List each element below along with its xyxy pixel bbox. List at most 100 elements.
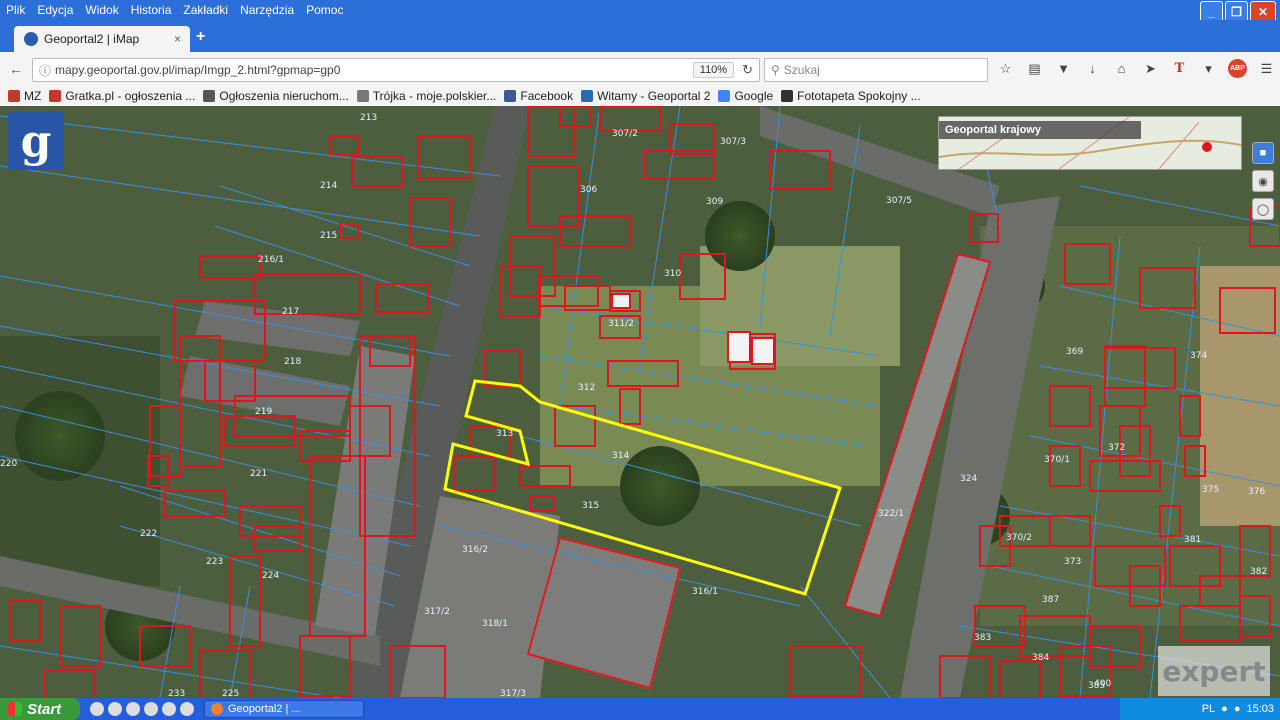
parcel-number-label: 225 <box>222 689 239 698</box>
eye-icon[interactable]: ◯ <box>1252 198 1274 220</box>
translate-icon[interactable]: T <box>1170 59 1189 78</box>
parcel-number-label: 318/1 <box>482 619 508 629</box>
parcel-number-label: 384 <box>1032 653 1049 663</box>
bookmark-item[interactable]: Ogłoszenia nieruchom... <box>203 89 349 103</box>
bookmark-favicon-icon <box>781 90 794 102</box>
parcel-number-label: 216/1 <box>258 255 284 265</box>
bookmark-favicon-icon <box>203 90 216 102</box>
bookmark-item[interactable]: Google <box>718 89 773 103</box>
parcel-number-label: 370/2 <box>1006 533 1032 543</box>
menu-item-view[interactable]: Widok <box>79 3 124 17</box>
menu-item-file[interactable]: Plik <box>0 3 31 17</box>
map-layer-button[interactable]: ■ <box>1252 142 1274 164</box>
quick-launch-icon[interactable] <box>90 702 104 716</box>
menu-item-bookmarks[interactable]: Zakładki <box>177 3 234 17</box>
parcel-number-label: 373 <box>1064 557 1081 567</box>
quick-launch-icon[interactable] <box>126 702 140 716</box>
menu-item-history[interactable]: Historia <box>125 3 178 17</box>
bookmark-favicon-icon <box>581 90 594 102</box>
bookmark-item[interactable]: Trójka - moje.polskier... <box>356 89 497 103</box>
tab-close-icon[interactable]: × <box>174 32 190 46</box>
back-arrow-icon[interactable]: ← <box>6 59 26 79</box>
maximize-button[interactable]: ❐ <box>1225 1 1248 22</box>
tray-icon[interactable]: ● <box>1234 703 1241 715</box>
parcel-number-label: 376 <box>1248 487 1265 497</box>
quick-launch-icon[interactable] <box>180 702 194 716</box>
bookmark-label: Gratka.pl - ogłoszenia ... <box>65 89 196 103</box>
parcel-number-label: 313 <box>496 429 513 439</box>
clipboard-icon[interactable]: ▤ <box>1025 59 1044 78</box>
parcel-number-label: 375 <box>1202 485 1219 495</box>
parcel-number-label: 315 <box>582 501 599 511</box>
parcel-number-label: 372 <box>1108 443 1125 453</box>
quick-launch-icon[interactable] <box>162 702 176 716</box>
bookmark-item[interactable]: MZ <box>8 89 41 103</box>
download-icon[interactable]: ↓ <box>1083 59 1102 78</box>
adblock-icon[interactable]: ABP <box>1228 59 1247 78</box>
parcel-number-label: 215 <box>320 231 337 241</box>
bookmark-item[interactable]: Fototapeta Spokojny ... <box>781 89 921 103</box>
map-canvas[interactable]: 213 214 215 216/1 217 218 219 220 221 222 223 224 22… <box>0 106 1280 698</box>
start-label: Start <box>27 700 62 718</box>
tree-canopy <box>620 446 700 526</box>
parcel-number-label: 307/3 <box>720 137 746 147</box>
parcel-number-label: 221 <box>250 469 267 479</box>
search-input[interactable]: ⚲ Szukaj <box>764 58 988 82</box>
expert-watermark: expert <box>1158 646 1270 696</box>
parcel-number-label: 369 <box>1066 347 1083 357</box>
window-controls: _ ❐ ✕ <box>1200 1 1276 22</box>
url-bar[interactable]: ⓘ mapy.geoportal.gov.pl/imap/Imgp_2.html… <box>32 58 760 82</box>
tray-icon[interactable]: ● <box>1221 703 1228 715</box>
parcel-number-label: 316/1 <box>692 587 718 597</box>
parcel-number-label: 374 <box>1190 351 1207 361</box>
parcel-number-label: 312 <box>578 383 595 393</box>
info-icon[interactable]: ⓘ <box>39 62 51 79</box>
parcel-number-label: 220 <box>0 459 17 469</box>
windows-flag-icon <box>8 702 22 716</box>
parcel-number-label: 317/2 <box>424 607 450 617</box>
quick-launch-icon[interactable] <box>144 702 158 716</box>
minimize-button[interactable]: _ <box>1200 1 1223 22</box>
clock[interactable]: 15:03 <box>1246 703 1274 715</box>
parcel-number-label: 224 <box>262 571 279 581</box>
geoportal-logo[interactable]: g <box>8 112 64 170</box>
language-indicator[interactable]: PL <box>1202 703 1215 715</box>
menu-item-tools[interactable]: Narzędzia <box>234 3 300 17</box>
menu-item-edit[interactable]: Edycja <box>31 3 79 17</box>
close-window-button[interactable]: ✕ <box>1250 1 1276 22</box>
bookmarks-bar: MZ Gratka.pl - ogłoszenia ... Ogłoszenia n… <box>0 86 1280 107</box>
bookmark-item[interactable]: Facebook <box>504 89 573 103</box>
dropdown-chevron-icon[interactable]: ▾ <box>1199 59 1218 78</box>
home-icon[interactable]: ⌂ <box>1112 59 1131 78</box>
zoom-level-badge[interactable]: 110% <box>692 62 735 78</box>
send-icon[interactable]: ➤ <box>1141 59 1160 78</box>
map-view-icon[interactable]: ◉ <box>1252 170 1274 192</box>
tab-geoportal[interactable]: Geoportal2 | iMap × <box>14 26 190 52</box>
parcel-number-label: 307/2 <box>612 129 638 139</box>
bookmark-label: Trójka - moje.polskier... <box>372 89 497 103</box>
start-button[interactable]: Start <box>0 698 80 720</box>
url-text: mapy.geoportal.gov.pl/imap/Imgp_2.html?g… <box>55 63 341 77</box>
parcel-number-label: 213 <box>360 113 377 123</box>
new-tab-button[interactable]: + <box>196 28 205 46</box>
bookmark-item[interactable]: Gratka.pl - ogłoszenia ... <box>49 89 195 103</box>
bookmark-star-icon[interactable]: ☆ <box>996 59 1015 78</box>
toolbar-icons: ☆ ▤ ▼ ↓ ⌂ ➤ T ▾ ABP ☰ <box>996 59 1276 78</box>
map-viewport[interactable]: 213 214 215 216/1 217 218 219 220 221 222 223 224 22… <box>0 106 1280 698</box>
parcel-number-label: 317/3 <box>500 689 526 698</box>
parcel-number-label: 214 <box>320 181 337 191</box>
menu-hamburger-icon[interactable]: ☰ <box>1257 59 1276 78</box>
bookmark-favicon-icon <box>356 90 369 102</box>
bookmark-label: Google <box>734 89 774 103</box>
building-outline <box>727 331 751 363</box>
tab-bar: Geoportal2 | iMap × <box>0 20 1280 52</box>
reload-icon[interactable]: ↻ <box>742 62 753 78</box>
parcel-number-label: 222 <box>140 529 157 539</box>
taskbar-item-firefox[interactable]: Geoportal2 | ... <box>204 700 364 718</box>
menu-item-help[interactable]: Pomoc <box>300 3 349 17</box>
pocket-icon[interactable]: ▼ <box>1054 59 1073 78</box>
bookmark-item[interactable]: Witamy - Geoportal 2 <box>581 89 710 103</box>
firefox-icon <box>211 703 223 715</box>
overview-minimap[interactable]: Geoportal krajowy <box>938 116 1242 170</box>
quick-launch-icon[interactable] <box>108 702 122 716</box>
